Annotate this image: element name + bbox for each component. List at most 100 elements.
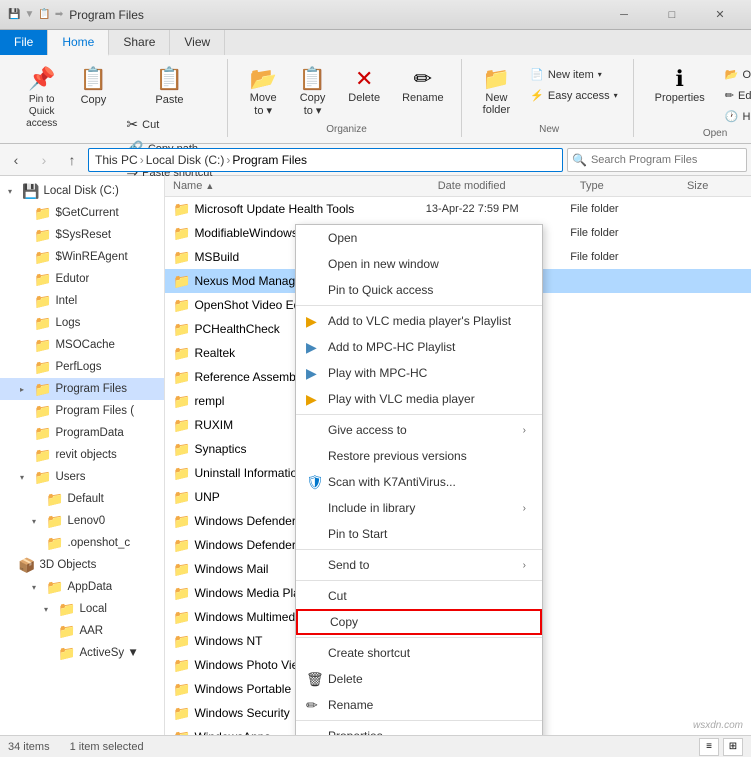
ctx-open[interactable]: Open: [296, 225, 542, 251]
easy-access-button[interactable]: ⚡ Easy access ▾: [523, 86, 624, 105]
ctx-vlc-add[interactable]: ▶ Add to VLC media player's Playlist: [296, 308, 542, 334]
edit-button[interactable]: ✏ Edit: [718, 86, 751, 105]
address-path[interactable]: This PC › Local Disk (C:) › Program File…: [88, 148, 563, 172]
ctx-restore[interactable]: Restore previous versions: [296, 443, 542, 469]
tab-home[interactable]: Home: [48, 30, 109, 56]
open-button[interactable]: 📂 Open ▾: [718, 65, 751, 84]
ctx-scan[interactable]: 🛡 Scan with K7AntiVirus...: [296, 469, 542, 495]
nav-programfiles[interactable]: ▸ 📁 Program Files: [0, 378, 164, 400]
organize-group: 📂 Moveto ▾ 📋 Copyto ▾ ✕ Delete ✏ Rename …: [232, 59, 461, 137]
new-folder-button[interactable]: 📁 Newfolder: [474, 61, 520, 121]
search-box: 🔍: [567, 148, 747, 172]
copy-to-button[interactable]: 📋 Copyto ▾: [290, 61, 335, 122]
pin-quick-access-button[interactable]: 📌 Pin to Quickaccess: [16, 61, 67, 135]
close-button[interactable]: ✕: [697, 0, 743, 30]
ctx-delete-label: Delete: [328, 672, 363, 686]
ctx-mpc-play[interactable]: ▶ Play with MPC-HC: [296, 360, 542, 386]
ctx-delete[interactable]: 🗑 Delete: [296, 666, 542, 692]
folder-icon: 📁: [34, 293, 51, 310]
col-name-header[interactable]: Name ▲: [165, 178, 430, 194]
ctx-cut[interactable]: Cut: [296, 583, 542, 609]
ctx-include-lib[interactable]: Include in library ›: [296, 495, 542, 521]
ctx-send-to-arrow: ›: [523, 560, 526, 571]
nav-aar[interactable]: 📁 AAR: [0, 620, 164, 642]
path-sep-1: ›: [140, 153, 144, 167]
easy-access-icon: ⚡: [530, 89, 544, 102]
copy-button[interactable]: 📋 Copy: [71, 61, 115, 111]
ctx-properties[interactable]: Properties: [296, 723, 542, 735]
rename-button[interactable]: ✏ Rename: [393, 61, 453, 109]
cut-button[interactable]: ✂ Cut: [119, 113, 219, 136]
nav-sysreset[interactable]: 📁 $SysReset: [0, 224, 164, 246]
ctx-vlc-play[interactable]: ▶ Play with VLC media player: [296, 386, 542, 412]
minimize-button[interactable]: ─: [601, 0, 647, 30]
forward-button[interactable]: ›: [32, 148, 56, 172]
move-to-button[interactable]: 📂 Moveto ▾: [240, 61, 285, 122]
nav-intel[interactable]: 📁 Intel: [0, 290, 164, 312]
pin-icon: 📌: [28, 66, 55, 92]
nav-programdata-label: ProgramData: [55, 427, 123, 439]
file-item-msuht[interactable]: 📁 Microsoft Update Health Tools 13-Apr-2…: [165, 197, 751, 221]
nav-local-disk[interactable]: ▾ 💾 Local Disk (C:): [0, 180, 164, 202]
nav-default[interactable]: 📁 Default: [0, 488, 164, 510]
nav-edutor[interactable]: 📁 Edutor: [0, 268, 164, 290]
path-localdisk[interactable]: Local Disk (C:): [146, 153, 225, 167]
open-label: Open: [743, 69, 751, 81]
nav-activesy[interactable]: 📁 ActiveSy ▼: [0, 642, 164, 664]
path-thispc[interactable]: This PC: [95, 153, 138, 167]
ctx-create-shortcut[interactable]: Create shortcut: [296, 640, 542, 666]
ctx-rename[interactable]: ✏ Rename: [296, 692, 542, 718]
search-input[interactable]: [591, 154, 742, 166]
view-controls: ≡ ⊞: [699, 738, 743, 756]
delete-button[interactable]: ✕ Delete: [339, 61, 389, 109]
path-programfiles[interactable]: Program Files: [232, 153, 307, 167]
new-folder-label: Newfolder: [483, 92, 511, 116]
ctx-open-new[interactable]: Open in new window: [296, 251, 542, 277]
nav-programfiles2[interactable]: 📁 Program Files (: [0, 400, 164, 422]
nav-programdata[interactable]: 📁 ProgramData: [0, 422, 164, 444]
nav-local[interactable]: ▾ 📁 Local: [0, 598, 164, 620]
up-button[interactable]: ↑: [60, 148, 84, 172]
nav-revit[interactable]: 📁 revit objects: [0, 444, 164, 466]
nav-getcurrent[interactable]: 📁 $GetCurrent: [0, 202, 164, 224]
back-button[interactable]: ‹: [4, 148, 28, 172]
maximize-button[interactable]: □: [649, 0, 695, 30]
nav-appdata[interactable]: ▾ 📁 AppData: [0, 576, 164, 598]
properties-button[interactable]: ℹ Properties: [646, 61, 714, 109]
folder-icon: 📁: [34, 403, 51, 420]
nav-openshot[interactable]: 📁 .openshot_c: [0, 532, 164, 554]
col-type-header[interactable]: Type: [572, 178, 679, 194]
ctx-copy[interactable]: Copy: [296, 609, 542, 635]
col-size-header[interactable]: Size: [679, 178, 751, 194]
new-item-button[interactable]: 📄 New item ▾: [523, 65, 624, 84]
folder-icon: 📁: [173, 297, 190, 314]
tab-view[interactable]: View: [170, 30, 225, 55]
nav-lenovo[interactable]: ▾ 📁 Lenov0: [0, 510, 164, 532]
tab-share[interactable]: Share: [109, 30, 170, 55]
detail-view-button[interactable]: ⊞: [723, 738, 743, 756]
file-date: 13-Apr-22 7:59 PM: [426, 203, 571, 215]
ctx-vlc-add-label: Add to VLC media player's Playlist: [328, 314, 511, 328]
mpc-play-icon: ▶: [306, 365, 317, 382]
ctx-give-access-arrow: ›: [523, 425, 526, 436]
ctx-send-to[interactable]: Send to ›: [296, 552, 542, 578]
nav-logs[interactable]: 📁 Logs: [0, 312, 164, 334]
nav-revit-label: revit objects: [55, 449, 116, 461]
nav-perflogs[interactable]: 📁 PerfLogs: [0, 356, 164, 378]
nav-3dobjects[interactable]: 📦 3D Objects: [0, 554, 164, 576]
nav-msocache[interactable]: 📁 MSOCache: [0, 334, 164, 356]
nav-users[interactable]: ▾ 📁 Users: [0, 466, 164, 488]
ctx-pin-start[interactable]: Pin to Start: [296, 521, 542, 547]
ctx-give-access[interactable]: Give access to ›: [296, 417, 542, 443]
window-controls: ─ □ ✕: [601, 0, 743, 30]
special-icon: 📦: [18, 557, 35, 574]
col-date-header[interactable]: Date modified: [430, 178, 572, 194]
nav-winreagent[interactable]: 📁 $WinREAgent: [0, 246, 164, 268]
list-view-button[interactable]: ≡: [699, 738, 719, 756]
open-label: Open: [703, 126, 727, 139]
tab-file[interactable]: File: [0, 30, 48, 55]
history-button[interactable]: 🕐 History: [718, 107, 751, 126]
paste-button[interactable]: 📋 Paste: [146, 61, 192, 111]
ctx-mpc-add[interactable]: ▶ Add to MPC-HC Playlist: [296, 334, 542, 360]
ctx-pin[interactable]: Pin to Quick access: [296, 277, 542, 303]
